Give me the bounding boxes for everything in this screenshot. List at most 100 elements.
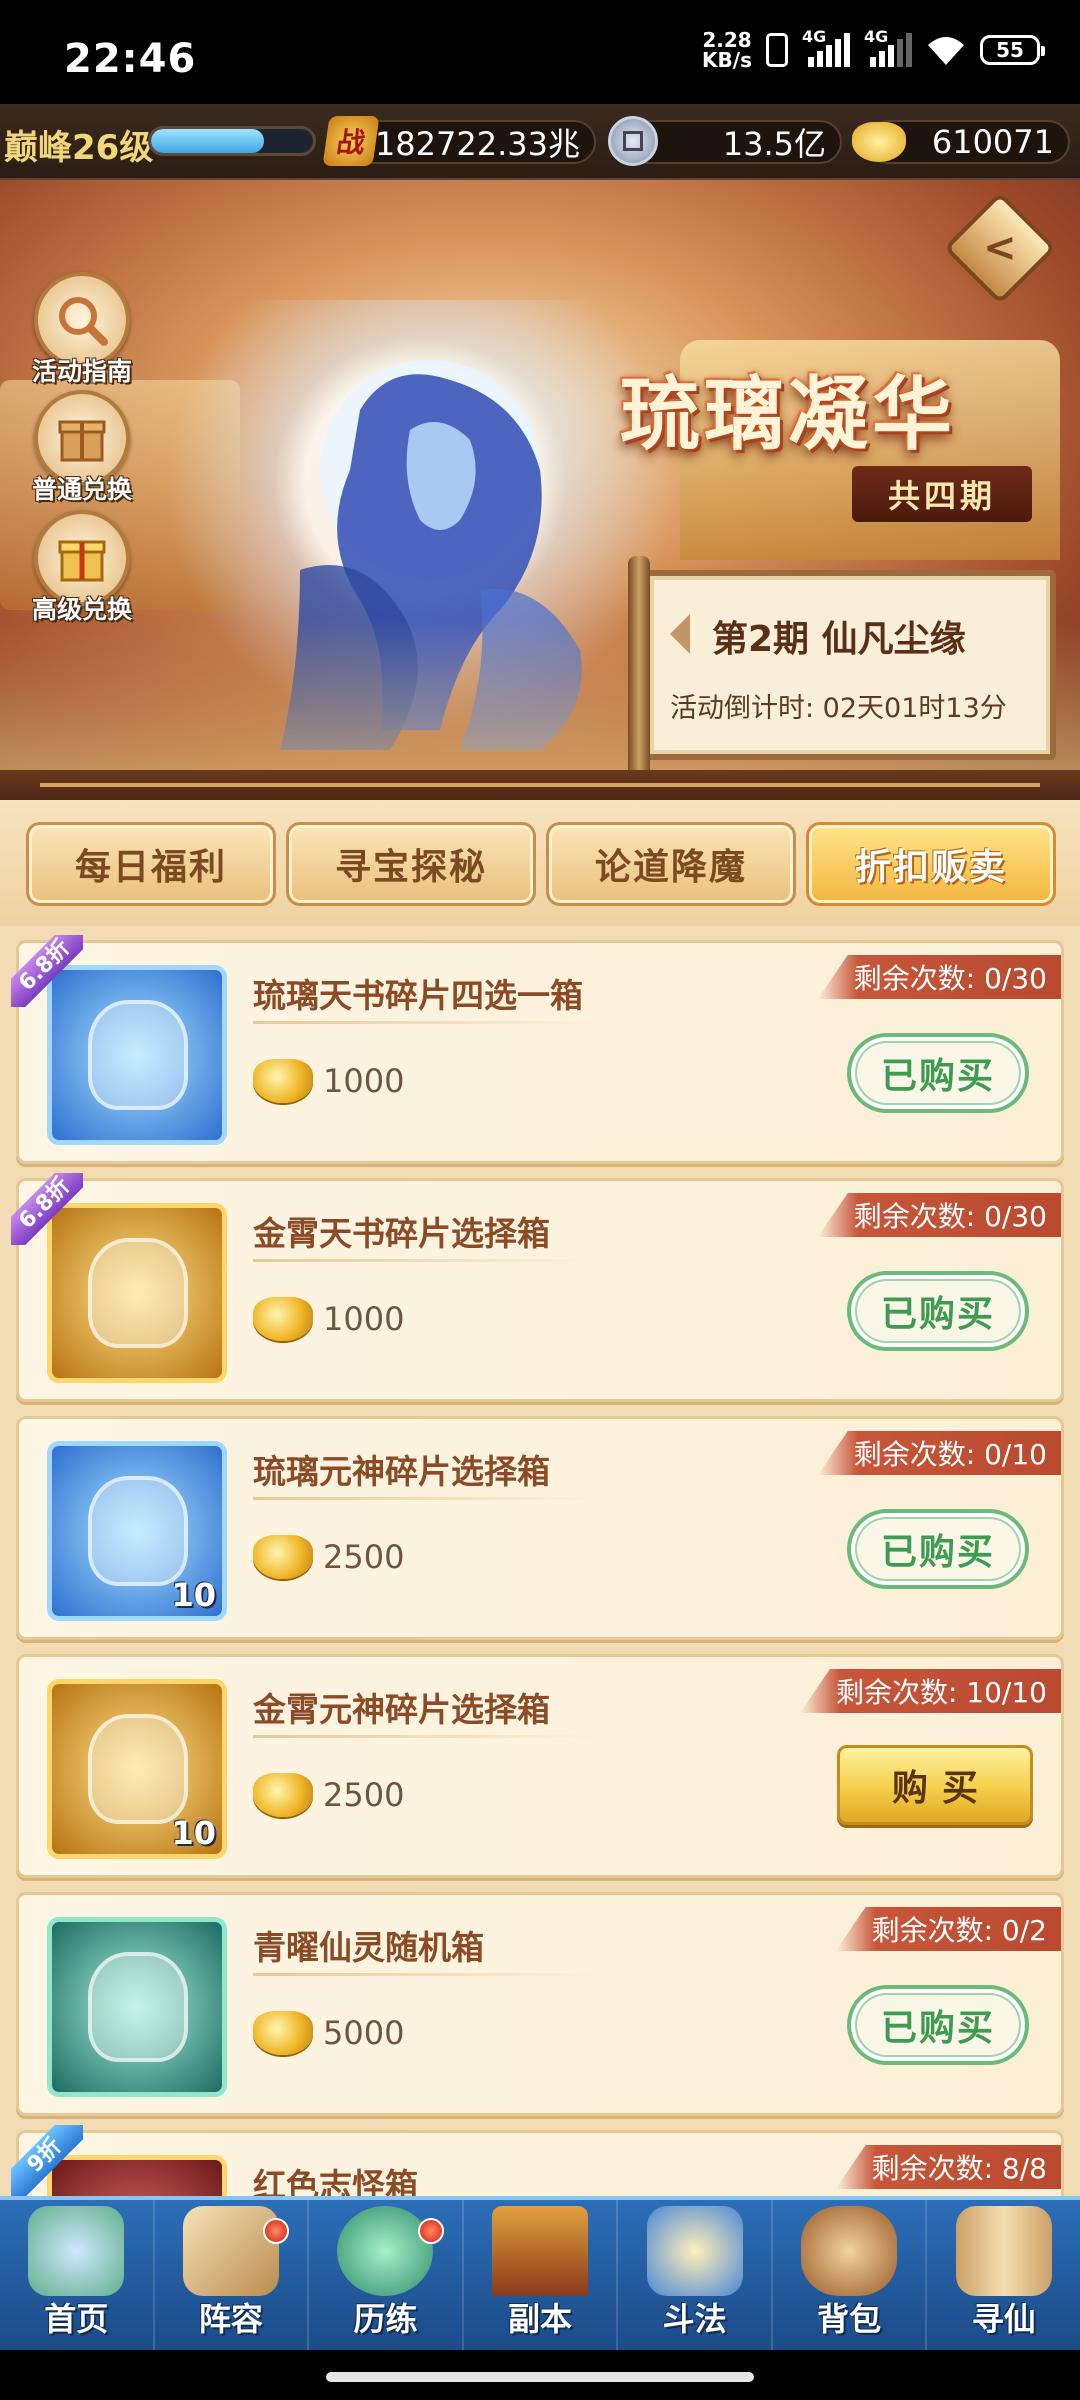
net-speed-unit: KB/s (702, 48, 752, 72)
scroll-icon (955, 2206, 1052, 2296)
item-thumbnail[interactable]: 10 (47, 1441, 227, 1621)
xp-progress-fill (151, 129, 265, 153)
nav-lineup[interactable]: 阵容 (155, 2200, 310, 2350)
back-button[interactable]: < (943, 191, 1057, 305)
purchased-button[interactable]: 已购买 (847, 1271, 1029, 1351)
nav-label: 副本 (508, 2300, 573, 2338)
item-chest-icon (88, 1476, 188, 1586)
purchased-button[interactable]: 已购买 (847, 1985, 1029, 2065)
nav-seek-immortal[interactable]: 寻仙 (927, 2200, 1080, 2350)
gate-icon (492, 2206, 589, 2296)
item-price: 2500 (253, 1535, 404, 1579)
item-price-value: 1000 (323, 1062, 405, 1100)
remaining-count: 剩余次数: 0/2 (835, 1907, 1061, 1951)
item-name: 金霄天书碎片选择箱 (253, 1214, 550, 1253)
premium-exchange-label: 高级兑换 (31, 595, 132, 624)
gold-value: 610071 (931, 123, 1054, 161)
item-name-underline (253, 1021, 603, 1024)
period-card: 第2期 仙凡尘缘 活动倒计时: 02天01时13分 (628, 556, 1056, 770)
tab-treasure-hunt[interactable]: 寻宝探秘 (286, 822, 536, 906)
wifi-icon (928, 37, 964, 65)
scroll-rod-decoration (628, 556, 650, 770)
status-time: 22:46 (64, 36, 197, 82)
list-item: 6.8折 金霄天书碎片选择箱 1000 剩余次数: 0/30 已购买 (11, 1173, 1064, 1402)
item-name-underline (253, 1735, 603, 1738)
xp-progress-bar (148, 126, 316, 156)
discount-badge: 6.8折 (11, 1173, 83, 1245)
power-icon-label: 战 (334, 126, 368, 159)
gold-ingot-icon (253, 1297, 313, 1341)
item-name: 青曜仙灵随机箱 (253, 1928, 484, 1967)
event-title: 琉璃凝华 (620, 368, 956, 461)
premium-exchange-button[interactable]: 高级兑换 (26, 510, 138, 626)
coin-pill[interactable]: 13.5亿 (626, 120, 842, 164)
vibrate-icon (766, 33, 788, 67)
home-mountain-icon (28, 2206, 125, 2296)
battery-level: 55 (996, 38, 1024, 62)
tab-daily-welfare[interactable]: 每日福利 (26, 822, 276, 906)
bag-icon (801, 2206, 898, 2296)
resource-bar: 巅峰26级 182722.33兆 战 13.5亿 610071 (0, 104, 1080, 180)
gold-ingot-icon (253, 1773, 313, 1817)
purchased-button[interactable]: 已购买 (847, 1033, 1029, 1113)
item-bag-icon (88, 1238, 188, 1348)
prev-period-arrow-icon[interactable] (670, 614, 690, 654)
item-price-value: 2500 (323, 1538, 405, 1576)
player-level: 巅峰26级 (4, 128, 154, 168)
item-price: 1000 (253, 1297, 404, 1341)
item-name-underline (253, 1259, 603, 1262)
system-home-indicator[interactable] (0, 2350, 1080, 2400)
discount-item-list[interactable]: 6.8折 琉璃天书碎片四选一箱 1000 剩余次数: 0/30 已购买 6.8折… (0, 926, 1080, 2196)
nav-label: 阵容 (198, 2300, 263, 2338)
signal-icon-2: 4G (864, 27, 912, 67)
cards-icon (182, 2206, 279, 2296)
beast-icon (337, 2206, 434, 2296)
activity-guide-button[interactable]: 活动指南 (26, 272, 138, 388)
nav-label: 斗法 (662, 2300, 727, 2338)
item-thumbnail[interactable]: 10 (47, 1679, 227, 1859)
list-item: 10 金霄元神碎片选择箱 2500 剩余次数: 10/10 购买 (16, 1654, 1064, 1878)
nav-label: 首页 (44, 2300, 109, 2338)
event-banner: < 琉璃凝华 共四期 活动指南 普通兑换 高级兑换 第2期 仙凡尘缘 活动倒计时… (0, 180, 1080, 770)
gold-ingot-icon (253, 1535, 313, 1579)
nav-training[interactable]: 历练 (309, 2200, 464, 2350)
item-price: 1000 (253, 1059, 404, 1103)
item-bag-icon (88, 1000, 188, 1110)
nav-label: 历练 (353, 2300, 418, 2338)
purchased-button[interactable]: 已购买 (847, 1509, 1029, 1589)
coin-icon (608, 116, 658, 166)
nav-dungeon[interactable]: 副本 (464, 2200, 619, 2350)
power-pill[interactable]: 182722.33兆 (340, 120, 596, 164)
item-price: 5000 (253, 2011, 404, 2055)
tab-discount-sale[interactable]: 折扣贩卖 (806, 822, 1056, 906)
item-thumbnail[interactable] (47, 1917, 227, 2097)
list-item: 青曜仙灵随机箱 5000 剩余次数: 0/2 已购买 (16, 1892, 1064, 2116)
item-name: 金霄元神碎片选择箱 (253, 1690, 550, 1729)
tab-demon-slaying[interactable]: 论道降魔 (546, 822, 796, 906)
item-name: 红色志怪箱 (253, 2166, 418, 2196)
remaining-count: 剩余次数: 0/10 (817, 1431, 1061, 1475)
remaining-count: 剩余次数: 8/8 (835, 2145, 1061, 2189)
remaining-count: 剩余次数: 0/30 (817, 955, 1061, 999)
power-value: 182722.33兆 (374, 125, 580, 163)
nav-duel[interactable]: 斗法 (618, 2200, 773, 2350)
nav-label: 寻仙 (971, 2300, 1036, 2338)
nav-label: 背包 (817, 2300, 882, 2338)
item-price-value: 2500 (323, 1776, 405, 1814)
item-name-underline (253, 1497, 603, 1500)
item-quantity: 10 (171, 1814, 216, 1852)
battery-icon: 55 (980, 35, 1045, 65)
notification-dot (263, 2218, 290, 2244)
item-quantity: 10 (171, 1576, 216, 1614)
nav-home[interactable]: 首页 (0, 2200, 155, 2350)
normal-exchange-button[interactable]: 普通兑换 (26, 390, 138, 506)
sword-icon (646, 2206, 743, 2296)
coin-value: 13.5亿 (722, 125, 826, 163)
remaining-count: 剩余次数: 0/30 (817, 1193, 1061, 1237)
normal-exchange-label: 普通兑换 (31, 475, 132, 504)
buy-button[interactable]: 购买 (837, 1745, 1033, 1825)
nav-bag[interactable]: 背包 (773, 2200, 928, 2350)
item-name-underline (253, 1973, 603, 1976)
discount-label: 6.8折 (11, 1173, 83, 1245)
discount-badge: 6.8折 (11, 935, 83, 1007)
